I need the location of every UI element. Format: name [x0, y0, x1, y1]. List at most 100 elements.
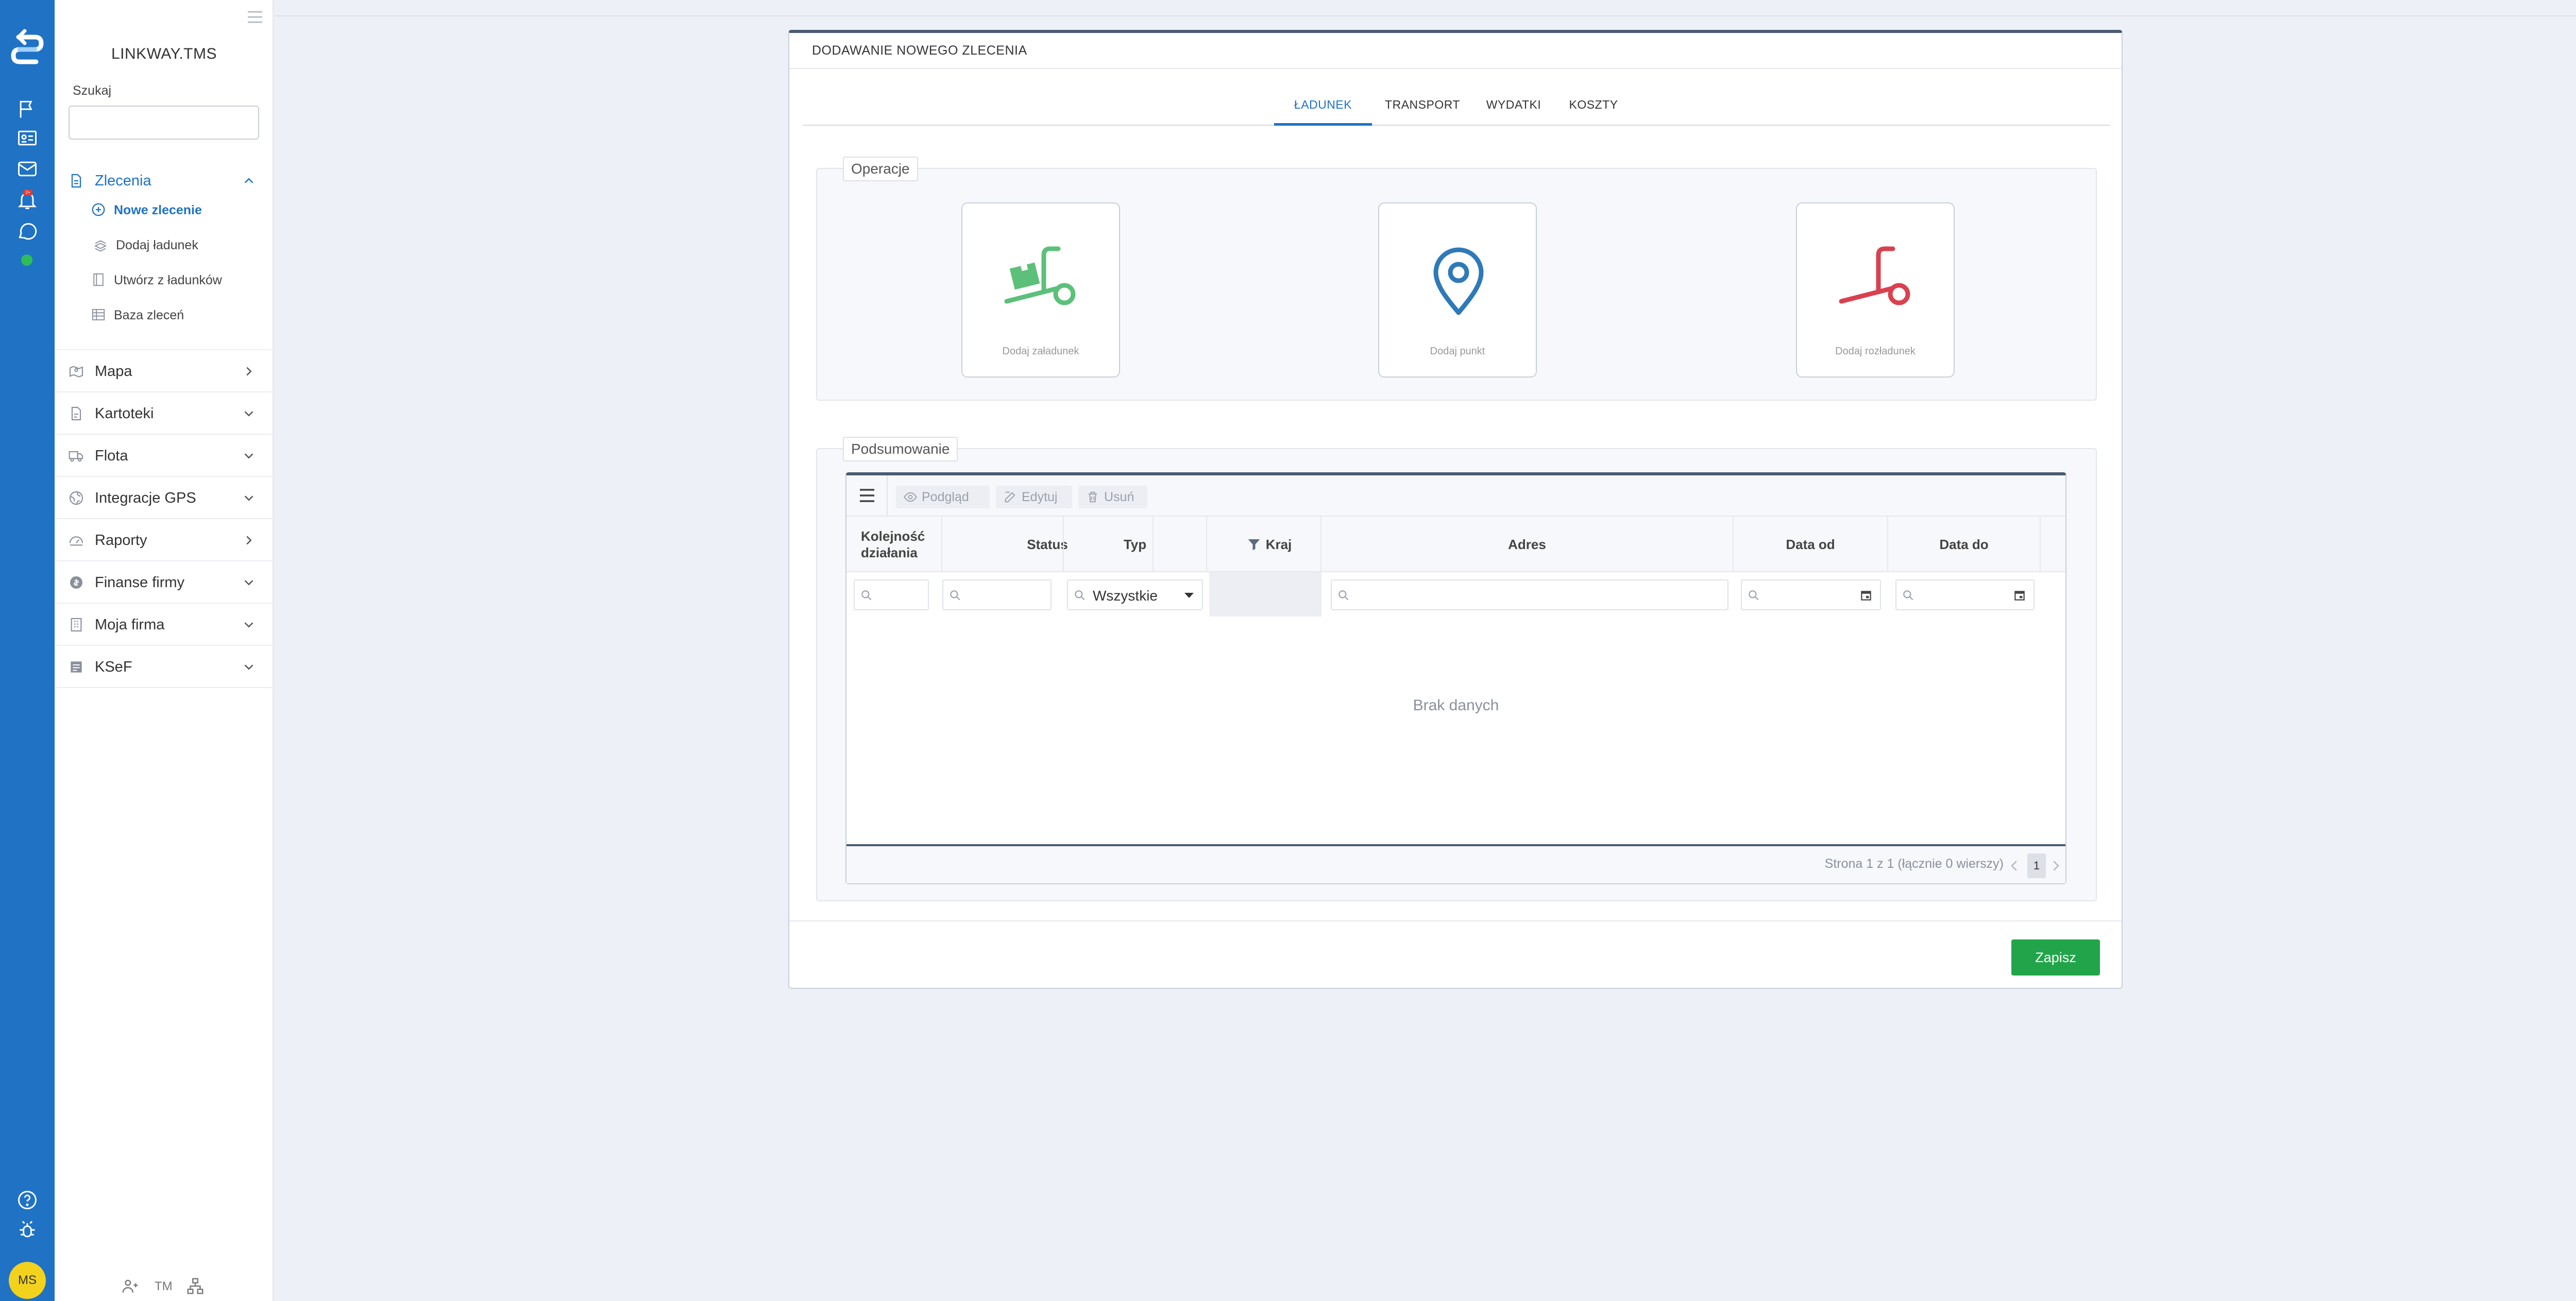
- sidebar-item-label: Dodaj ładunek: [116, 238, 198, 252]
- filter-icon[interactable]: [1246, 537, 1262, 552]
- sidebar-item-label: Baza zleceń: [114, 308, 184, 322]
- search-icon: [861, 590, 872, 601]
- mail-icon[interactable]: [16, 158, 39, 180]
- nav-group-kartoteki[interactable]: Kartoteki: [55, 392, 274, 435]
- tm-link[interactable]: TM: [155, 1279, 173, 1300]
- chevron-left-icon[interactable]: [2007, 855, 2022, 876]
- operations-legend: Operacje: [843, 157, 918, 181]
- chevron-down-icon[interactable]: [241, 575, 257, 590]
- chevron-down-icon[interactable]: [241, 659, 257, 675]
- nav-group-label: KSeF: [95, 659, 132, 675]
- tab-ladunek[interactable]: ŁADUNEK: [1274, 84, 1372, 126]
- sidebar-item-baza-zlecen[interactable]: Baza zleceń: [91, 300, 266, 331]
- filter-kolejnosc-input[interactable]: [854, 579, 929, 610]
- id-card-icon[interactable]: [16, 127, 39, 149]
- column-header-kraj[interactable]: Kraj: [1207, 517, 1321, 572]
- book-icon: [91, 272, 106, 287]
- summary-section: Podsumowanie Podgląd Edytuj Usuń Kolejno…: [816, 437, 2097, 901]
- hierarchy-icon[interactable]: [185, 1276, 205, 1297]
- nav-group-ksef[interactable]: KSeF: [55, 646, 274, 688]
- operations-section: Operacje Dodaj załadunek Dodaj punkt Dod…: [816, 157, 2097, 401]
- calendar-icon[interactable]: [2013, 589, 2026, 602]
- filter-typ-value: Wszystkie: [1093, 588, 1158, 604]
- nav-group-zlecenia[interactable]: Zlecenia Nowe zlecenie Dodaj ładunek Utw…: [55, 160, 274, 350]
- chevron-right-icon[interactable]: [2048, 855, 2063, 876]
- new-order-panel: DODAWANIE NOWEGO ZLECENIA ŁADUNEK TRANSP…: [788, 30, 2123, 989]
- filter-data-do-input[interactable]: [1895, 579, 2035, 610]
- nav-group-mapa[interactable]: Mapa: [55, 350, 274, 392]
- users-icon[interactable]: [121, 1276, 140, 1297]
- chevron-right-icon[interactable]: [241, 364, 257, 379]
- chevron-right-icon[interactable]: [241, 533, 257, 548]
- search-icon: [1338, 590, 1349, 601]
- sidebar-item-dodaj-ladunek[interactable]: Dodaj ładunek: [93, 230, 268, 261]
- edit-icon: [1005, 491, 1015, 503]
- document-icon: [68, 173, 84, 189]
- sidebar-item-nowe-zlecenie[interactable]: Nowe zlecenie: [91, 195, 266, 226]
- chevron-down-icon[interactable]: [241, 617, 257, 632]
- add-unloading-button[interactable]: Dodaj rozładunek: [1796, 202, 1955, 378]
- filter-kraj-disabled: [1209, 572, 1321, 617]
- tab-transport[interactable]: TRANSPORT: [1379, 84, 1466, 126]
- column-header-label: Kraj: [1265, 537, 1292, 552]
- nav-group-label: Flota: [95, 448, 128, 464]
- notification-badge: 2+: [23, 190, 32, 196]
- menu-icon[interactable]: [846, 475, 888, 516]
- delete-button[interactable]: Usuń: [1078, 486, 1147, 508]
- nav-group-finanse-firmy[interactable]: Finanse firmy: [55, 561, 274, 604]
- card-label: Dodaj rozładunek: [1835, 346, 1916, 357]
- brand-name: LINKWAY.TMS: [111, 45, 217, 62]
- bug-icon[interactable]: [16, 1219, 39, 1241]
- grid-footer: Strona 1 z 1 (łącznie 0 wierszy) 1: [846, 844, 2065, 883]
- chevron-down-icon[interactable]: [241, 406, 257, 421]
- search-icon: [1749, 590, 1759, 601]
- logo-icon[interactable]: [9, 26, 45, 72]
- map-icon: [68, 363, 84, 380]
- top-bar: [275, 0, 2576, 16]
- filter-adres-input[interactable]: [1331, 579, 1728, 610]
- filter-row: Wszystkie: [846, 572, 2065, 617]
- map-pin-icon: [1417, 245, 1500, 317]
- eye-icon: [904, 492, 917, 502]
- column-header-data-do[interactable]: Data do: [1888, 517, 2041, 572]
- chevron-down-icon[interactable]: [241, 490, 257, 506]
- add-point-button[interactable]: Dodaj punkt: [1378, 202, 1537, 378]
- column-header-adres[interactable]: Adres: [1321, 517, 1734, 572]
- boxes-icon: [93, 237, 108, 252]
- nav-group-integracje-gps[interactable]: Integracje GPS: [55, 477, 274, 519]
- search-icon: [1903, 590, 1913, 601]
- chevron-down-icon[interactable]: [241, 448, 257, 464]
- nav-group-moja-firma[interactable]: Moja firma: [55, 604, 274, 646]
- edit-button[interactable]: Edytuj: [996, 486, 1072, 508]
- hamburger-menu-icon[interactable]: [244, 8, 266, 26]
- chat-icon[interactable]: [16, 219, 39, 242]
- tab-wydatki[interactable]: WYDATKI: [1478, 84, 1550, 126]
- card-label: Dodaj punkt: [1430, 346, 1485, 357]
- search-input[interactable]: [69, 106, 259, 140]
- unloading-cart-icon: [1835, 245, 1918, 317]
- plus-circle-icon: [91, 202, 106, 217]
- column-header-kolejnosc[interactable]: Kolejność działania: [846, 517, 942, 572]
- avatar[interactable]: MS: [9, 1262, 46, 1299]
- page-number-button[interactable]: 1: [2027, 853, 2046, 878]
- nav-group-label: Raporty: [95, 532, 147, 549]
- filter-status-input[interactable]: [942, 579, 1052, 610]
- sidebar-item-utworz-z-ladunkow[interactable]: Utwórz z ładunków: [91, 265, 266, 296]
- filter-data-od-input[interactable]: [1741, 579, 1881, 610]
- nav-group-label: Mapa: [95, 363, 132, 380]
- column-header-data-od[interactable]: Data od: [1734, 517, 1888, 572]
- chevron-up-icon[interactable]: [241, 173, 257, 189]
- sidebar-item-label: Nowe zlecenie: [114, 203, 202, 217]
- add-loading-button[interactable]: Dodaj załadunek: [961, 202, 1120, 378]
- filter-typ-select[interactable]: Wszystkie: [1067, 579, 1203, 610]
- view-button[interactable]: Podgląd: [896, 486, 990, 508]
- column-header-typ[interactable]: Typ: [1063, 517, 1207, 572]
- nav-group-flota[interactable]: Flota: [55, 435, 274, 477]
- nav-group-raporty[interactable]: Raporty: [55, 519, 274, 561]
- view-button-label: Podgląd: [922, 490, 969, 504]
- save-button[interactable]: Zapisz: [2011, 939, 2100, 975]
- tab-koszty[interactable]: KOSZTY: [1560, 84, 1627, 126]
- help-icon[interactable]: [16, 1189, 39, 1211]
- flag-icon[interactable]: [16, 98, 39, 121]
- calendar-icon[interactable]: [1859, 589, 1873, 602]
